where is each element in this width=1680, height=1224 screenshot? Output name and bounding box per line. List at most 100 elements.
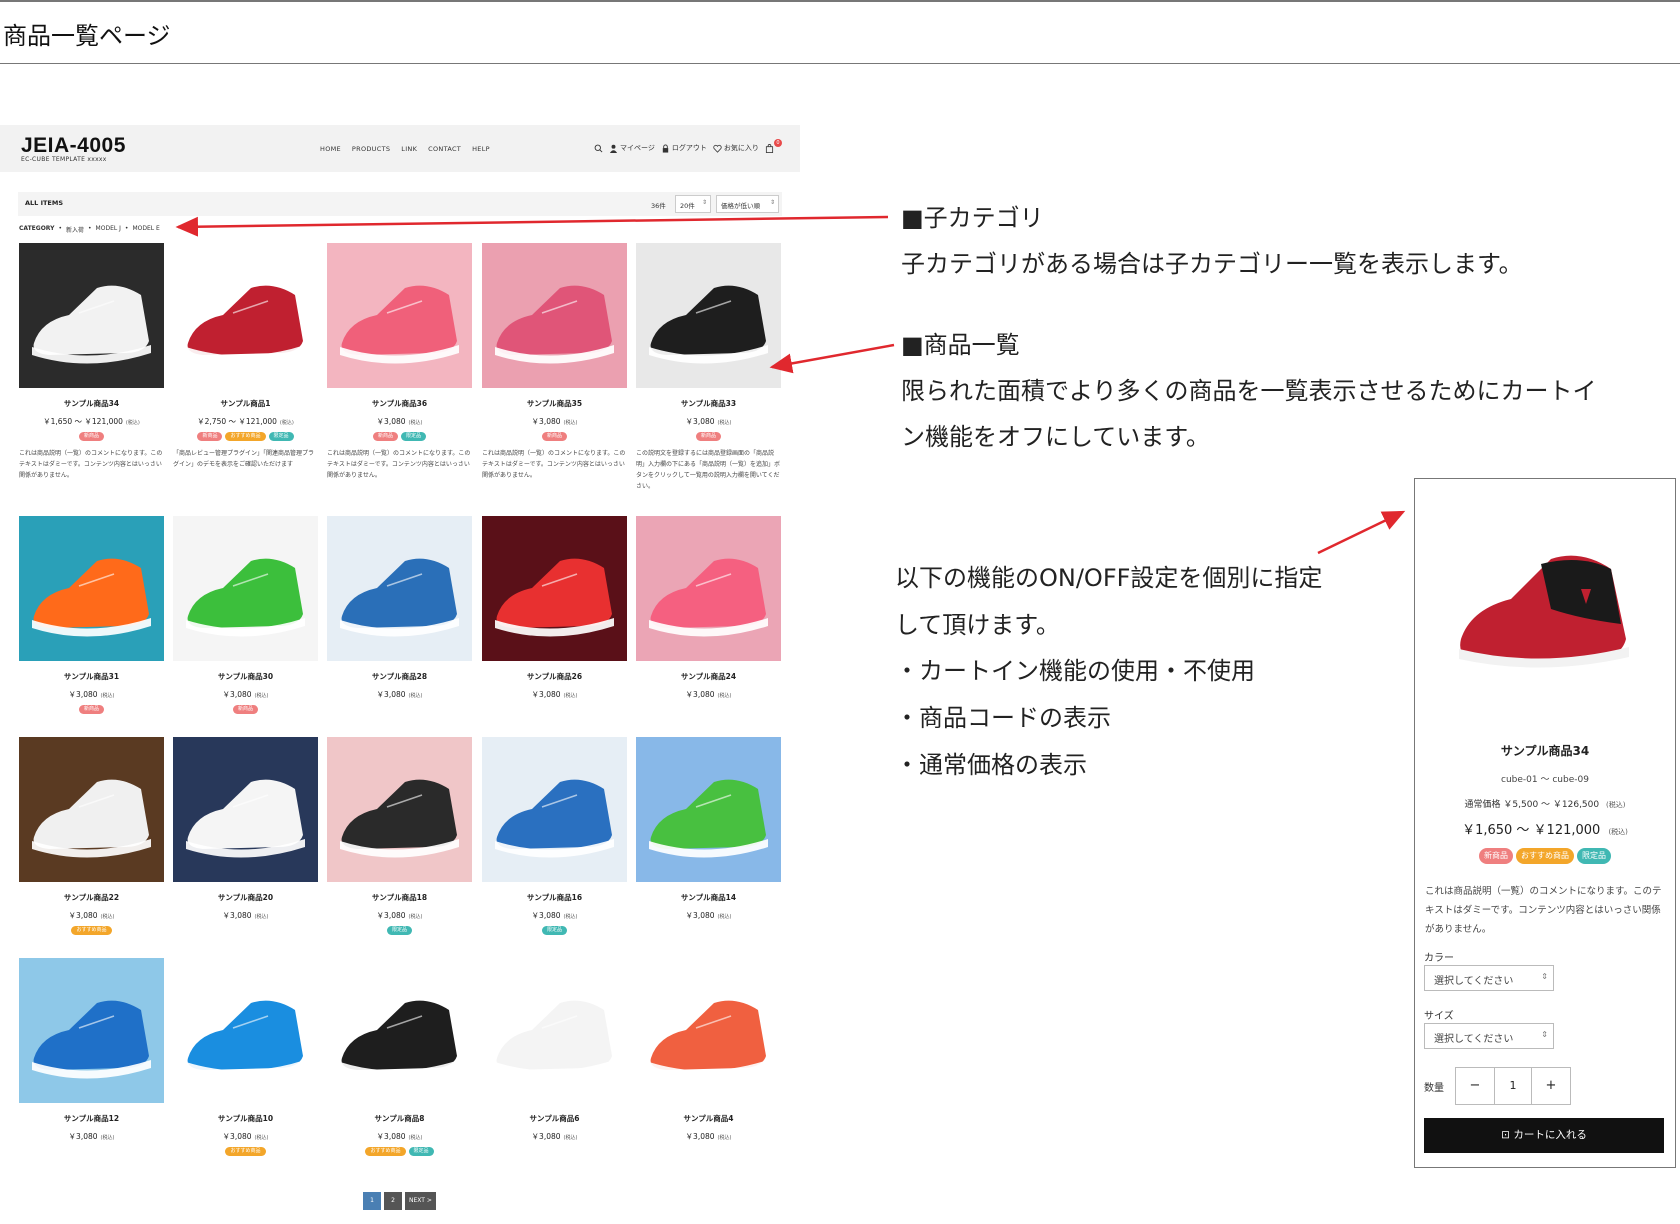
quantity-plus-button[interactable]: +	[1532, 1068, 1570, 1104]
product-card[interactable]: サンプル商品1 ￥2,750 ～ ￥121,000 (税込) 新商品 おすすめ商品 限定品…	[173, 243, 318, 470]
per-page-select[interactable]: 20件 ⇕	[675, 195, 711, 213]
product-name[interactable]: サンプル商品30	[173, 671, 318, 682]
product-name[interactable]: サンプル商品22	[19, 892, 164, 903]
nav-link[interactable]: LINK	[401, 145, 417, 153]
cart-icon[interactable]	[765, 143, 774, 153]
product-name[interactable]: サンプル商品35	[482, 398, 627, 409]
product-name[interactable]: サンプル商品12	[19, 1113, 164, 1124]
mypage-link[interactable]: マイページ	[609, 143, 655, 153]
product-name[interactable]: サンプル商品31	[19, 671, 164, 682]
quantity-minus-button[interactable]: −	[1456, 1068, 1494, 1104]
product-image[interactable]	[19, 737, 164, 882]
product-name[interactable]: サンプル商品33	[636, 398, 781, 409]
shop-logo[interactable]: JEIA-4005	[21, 134, 126, 158]
product-name[interactable]: サンプル商品18	[327, 892, 472, 903]
add-to-cart-button[interactable]: ⊡ カートに入れる	[1424, 1118, 1664, 1153]
breadcrumb-item[interactable]: MODEL E	[132, 225, 159, 234]
product-name[interactable]: サンプル商品14	[636, 892, 781, 903]
product-image[interactable]	[173, 516, 318, 661]
product-image[interactable]	[636, 958, 781, 1103]
select-arrows-icon: ⇕	[701, 199, 707, 206]
product-image[interactable]	[19, 243, 164, 388]
product-card[interactable]: サンプル商品6 ￥3,080 (税込)	[482, 958, 627, 1156]
product-image[interactable]	[327, 243, 472, 388]
color-select[interactable]: 選択してください ⇕	[1424, 965, 1554, 991]
nav-help[interactable]: HELP	[472, 145, 490, 153]
price-value: ￥3,080	[68, 690, 98, 699]
product-card[interactable]: サンプル商品12 ￥3,080 (税込)	[19, 958, 164, 1156]
breadcrumb-item[interactable]: MODEL J	[96, 225, 121, 234]
product-card[interactable]: サンプル商品10 ￥3,080 (税込) おすすめ商品	[173, 958, 318, 1156]
breadcrumb-item[interactable]: 新入荷	[66, 225, 84, 234]
logout-link[interactable]: ログアウト	[661, 143, 707, 153]
product-name[interactable]: サンプル商品24	[636, 671, 781, 682]
quantity-input[interactable]: 1	[1494, 1068, 1532, 1104]
product-card[interactable]: サンプル商品28 ￥3,080 (税込)	[327, 516, 472, 714]
sort-select[interactable]: 価格が低い順 ⇕	[716, 195, 779, 213]
product-card[interactable]: サンプル商品18 ￥3,080 (税込) 限定品	[327, 737, 472, 935]
product-name[interactable]: サンプル商品10	[173, 1113, 318, 1124]
product-image[interactable]	[327, 737, 472, 882]
product-name[interactable]: サンプル商品1	[173, 398, 318, 409]
product-price: ￥3,080 (税込)	[327, 910, 472, 921]
detail-price: ￥1,650 ～ ￥121,000 (税込)	[1415, 819, 1675, 838]
product-card[interactable]: サンプル商品35 ￥3,080 (税込) 新商品 これは商品説明（一覧）のコメントになり…	[482, 243, 627, 481]
detail-product-image[interactable]	[1441, 529, 1651, 689]
product-image[interactable]	[173, 737, 318, 882]
product-image[interactable]	[327, 958, 472, 1103]
product-card[interactable]: サンプル商品31 ￥3,080 (税込) 新商品	[19, 516, 164, 714]
next-page-button[interactable]: NEXT >	[405, 1192, 436, 1210]
nav-products[interactable]: PRODUCTS	[352, 145, 390, 153]
product-name[interactable]: サンプル商品20	[173, 892, 318, 903]
product-card[interactable]: サンプル商品26 ￥3,080 (税込)	[482, 516, 627, 714]
badge-new: 新商品	[695, 432, 721, 441]
product-image[interactable]	[636, 516, 781, 661]
detail-product-name[interactable]: サンプル商品34	[1415, 742, 1675, 759]
all-items-label: ALL ITEMS	[25, 199, 64, 207]
product-badges	[19, 1147, 164, 1156]
product-image[interactable]	[19, 516, 164, 661]
tax-label: (税込)	[279, 420, 294, 426]
product-name[interactable]: サンプル商品4	[636, 1113, 781, 1124]
product-image[interactable]	[173, 243, 318, 388]
product-image[interactable]	[482, 737, 627, 882]
product-image[interactable]	[19, 958, 164, 1103]
product-card[interactable]: サンプル商品36 ￥3,080 (税込) 新商品 限定品 これは商品説明（一覧）のコメント…	[327, 243, 472, 481]
product-name[interactable]: サンプル商品8	[327, 1113, 472, 1124]
product-image[interactable]	[482, 958, 627, 1103]
product-card[interactable]: サンプル商品20 ￥3,080 (税込)	[173, 737, 318, 935]
product-name[interactable]: サンプル商品36	[327, 398, 472, 409]
product-card[interactable]: サンプル商品22 ￥3,080 (税込) おすすめ商品	[19, 737, 164, 935]
product-image[interactable]	[636, 243, 781, 388]
select-arrows-icon: ⇕	[1541, 972, 1548, 981]
page-2-button[interactable]: 2	[384, 1192, 402, 1210]
product-image[interactable]	[482, 516, 627, 661]
nav-contact[interactable]: CONTACT	[428, 145, 461, 153]
product-name[interactable]: サンプル商品28	[327, 671, 472, 682]
product-name[interactable]: サンプル商品16	[482, 892, 627, 903]
product-price: ￥3,080 (税込)	[173, 910, 318, 921]
product-card[interactable]: サンプル商品16 ￥3,080 (税込) 限定品	[482, 737, 627, 935]
product-card[interactable]: サンプル商品4 ￥3,080 (税込)	[636, 958, 781, 1156]
favorite-link[interactable]: お気に入り	[713, 143, 759, 153]
product-image[interactable]	[173, 958, 318, 1103]
product-image[interactable]	[327, 516, 472, 661]
nav-home[interactable]: HOME	[320, 145, 341, 153]
badge-recommended: おすすめ商品	[225, 432, 266, 441]
color-select-value: 選択してください	[1434, 976, 1514, 987]
product-name[interactable]: サンプル商品6	[482, 1113, 627, 1124]
product-card[interactable]: サンプル商品24 ￥3,080 (税込)	[636, 516, 781, 714]
search-icon[interactable]	[594, 144, 603, 153]
product-card[interactable]: サンプル商品8 ￥3,080 (税込) おすすめ商品 限定品	[327, 958, 472, 1156]
page-1-button[interactable]: 1	[363, 1192, 381, 1210]
product-image[interactable]	[636, 737, 781, 882]
product-image[interactable]	[482, 243, 627, 388]
product-card[interactable]: サンプル商品34 ￥1,650 ～ ￥121,000 (税込) 新商品 これは商品説明（…	[19, 243, 164, 481]
product-name[interactable]: サンプル商品34	[19, 398, 164, 409]
quantity-label: 数量	[1424, 1082, 1444, 1094]
product-card[interactable]: サンプル商品33 ￥3,080 (税込) 新商品 この説明文を登録するには商品登録画面の…	[636, 243, 781, 492]
product-card[interactable]: サンプル商品14 ￥3,080 (税込)	[636, 737, 781, 935]
product-name[interactable]: サンプル商品26	[482, 671, 627, 682]
size-select[interactable]: 選択してください ⇕	[1424, 1023, 1554, 1049]
product-card[interactable]: サンプル商品30 ￥3,080 (税込) 新商品	[173, 516, 318, 714]
